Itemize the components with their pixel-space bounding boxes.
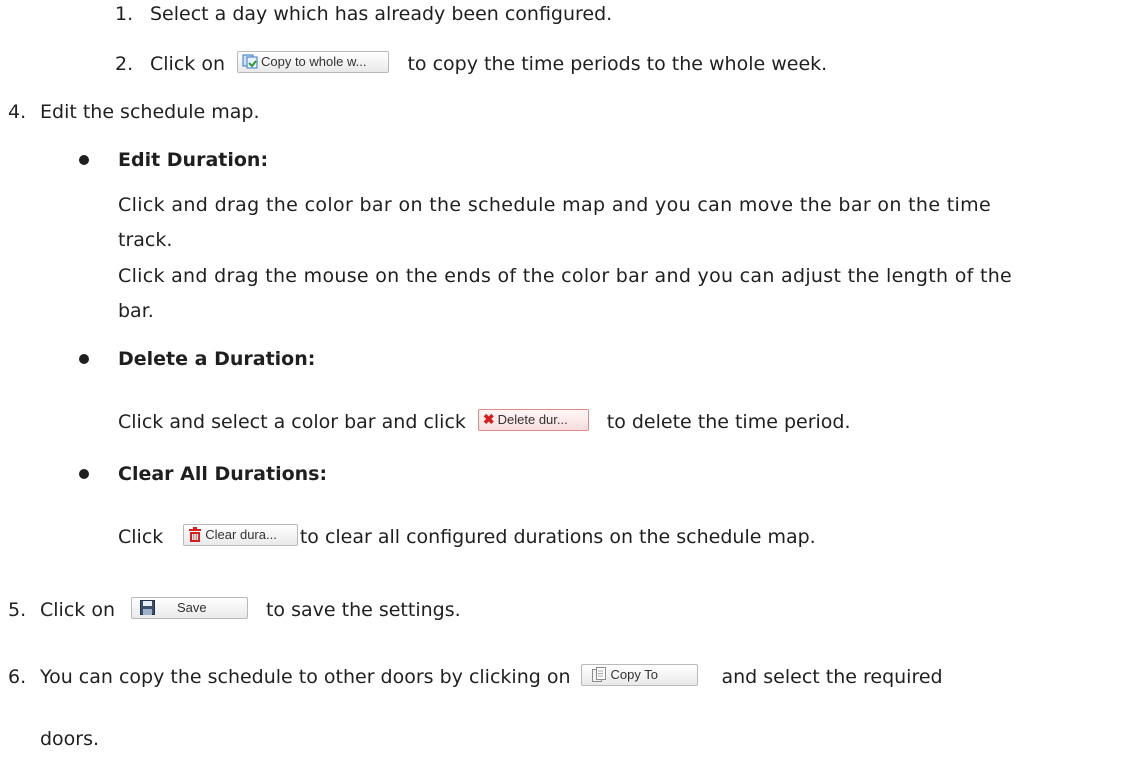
delete-duration-button[interactable]: ✖ Delete dur... (477, 408, 589, 431)
clear-durations-label: Clear dura... (205, 526, 277, 542)
clear-durations-post: to clear all configured durations on the… (299, 526, 816, 548)
clear-durations-heading: Clear All Durations: (118, 463, 328, 485)
save-label: Save (176, 599, 207, 615)
substep-1-text: Select a day which has already been conf… (150, 3, 613, 25)
delete-duration-post: to delete the time period. (606, 411, 851, 433)
step-6-pre: You can copy the schedule to other doors… (40, 666, 571, 688)
bullet-delete-duration (79, 354, 89, 364)
edit-duration-p2-line1: Click and drag the mouse on the ends of … (118, 265, 1013, 287)
copy-to-whole-week-button[interactable]: Copy to whole w... (236, 50, 390, 73)
step-5-post: to save the settings. (265, 599, 461, 621)
substep-2-line: Click on Copy to whole w... to copy the ti… (150, 50, 828, 76)
step-6-number: 6. (8, 666, 27, 688)
step-6-post: and select the required (721, 666, 943, 688)
step-5-number: 5. (8, 599, 27, 621)
step-4-text: Edit the schedule map. (40, 101, 260, 123)
edit-duration-heading: Edit Duration: (118, 149, 269, 171)
delete-duration-pre: Click and select a color bar and click (118, 411, 466, 433)
delete-duration-heading: Delete a Duration: (118, 348, 316, 370)
copy-to-button[interactable]: Copy To (580, 663, 698, 686)
substep-2-post: to copy the time periods to the whole we… (407, 53, 828, 75)
red-x-icon: ✖ (482, 411, 495, 428)
copy-week-icon (242, 54, 258, 69)
substep-1-number: 1. (115, 3, 134, 25)
delete-duration-label: Delete dur... (497, 411, 568, 427)
floppy-disk-icon (139, 599, 155, 615)
copy-to-whole-week-label: Copy to whole w... (260, 53, 367, 69)
step-5-line: Click on Save to save the settings. (40, 596, 461, 622)
save-button[interactable]: Save (130, 596, 248, 619)
step-5-pre: Click on (40, 599, 115, 621)
clear-durations-line: Click Clear dura... to clear all configure… (118, 523, 816, 549)
step-6-line2: doors. (40, 728, 100, 750)
copy-to-label: Copy To (610, 666, 658, 682)
delete-duration-line: Click and select a color bar and click ✖ D… (118, 408, 851, 434)
clear-durations-button[interactable]: Clear dura... (183, 523, 298, 546)
substep-2-number: 2. (115, 53, 134, 75)
bullet-edit-duration (79, 155, 89, 165)
edit-duration-p1-line1: Click and drag the color bar on the sche… (118, 194, 992, 216)
edit-duration-p2-line2: bar. (118, 300, 154, 322)
clear-durations-pre: Click (118, 526, 164, 548)
trash-icon (189, 526, 202, 542)
substep-2-pre: Click on (150, 53, 225, 75)
step-6-line: You can copy the schedule to other doors… (40, 663, 943, 689)
step-4-number: 4. (8, 101, 27, 123)
edit-duration-p1-line2: track. (118, 229, 173, 251)
bullet-clear-durations (79, 469, 89, 479)
document-copy-icon (591, 666, 606, 682)
